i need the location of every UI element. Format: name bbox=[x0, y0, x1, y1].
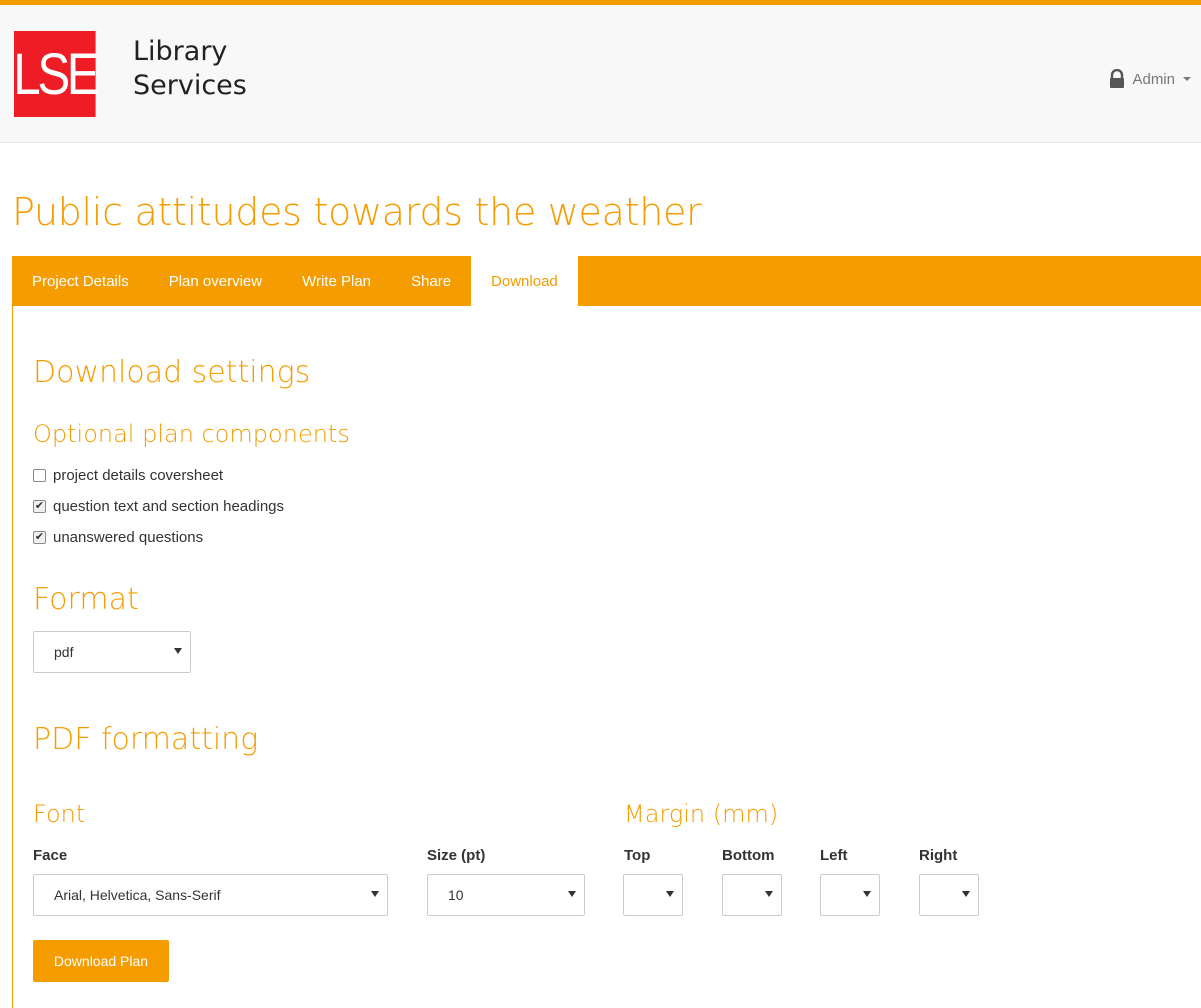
margin-bottom-select[interactable] bbox=[722, 874, 782, 916]
coversheet-checkbox[interactable] bbox=[33, 469, 46, 482]
font-size-select[interactable]: 10 bbox=[427, 874, 585, 916]
wordmark-line-1: Library bbox=[133, 36, 228, 67]
unanswered-label: unanswered questions bbox=[53, 529, 204, 546]
page-title: Public attitudes towards the weather bbox=[12, 190, 702, 234]
margin-heading: Margin (mm) bbox=[624, 800, 779, 828]
face-label: Face bbox=[33, 847, 68, 864]
dropdown-arrow-icon bbox=[962, 891, 970, 897]
margin-right-label: Right bbox=[919, 847, 958, 864]
library-services-wordmark[interactable]: Library Services bbox=[133, 35, 247, 103]
wordmark-line-2: Services bbox=[133, 70, 247, 101]
tab-share[interactable]: Share bbox=[391, 256, 471, 306]
format-select-value: pdf bbox=[54, 644, 74, 660]
tab-download[interactable]: Download bbox=[471, 256, 578, 306]
coversheet-label: project details coversheet bbox=[53, 467, 224, 484]
unanswered-checkbox[interactable]: ✔ bbox=[33, 531, 46, 544]
tab-write-plan[interactable]: Write Plan bbox=[282, 256, 391, 306]
option-question-text[interactable]: ✔ question text and section headings bbox=[33, 498, 284, 515]
margin-bottom-label: Bottom bbox=[722, 847, 775, 864]
option-coversheet[interactable]: project details coversheet bbox=[33, 467, 223, 484]
site-header: LSE Library Services Admin bbox=[0, 0, 1201, 143]
size-label: Size (pt) bbox=[427, 847, 486, 864]
pdf-formatting-heading: PDF formatting bbox=[33, 722, 259, 757]
lock-icon bbox=[1110, 69, 1125, 88]
format-heading: Format bbox=[33, 582, 139, 617]
optional-components-heading: Optional plan components bbox=[33, 420, 350, 448]
admin-menu-toggle[interactable]: Admin bbox=[1108, 69, 1191, 89]
tab-plan-overview[interactable]: Plan overview bbox=[149, 256, 282, 306]
download-plan-button[interactable]: Download Plan bbox=[33, 940, 169, 982]
download-settings-heading: Download settings bbox=[33, 355, 311, 390]
dropdown-arrow-icon bbox=[765, 891, 773, 897]
question-text-label: question text and section headings bbox=[53, 498, 284, 515]
margin-left-select[interactable] bbox=[820, 874, 880, 916]
dropdown-arrow-icon bbox=[666, 891, 674, 897]
question-text-checkbox[interactable]: ✔ bbox=[33, 500, 46, 513]
font-heading: Font bbox=[33, 800, 86, 828]
font-face-value: Arial, Helvetica, Sans-Serif bbox=[54, 887, 221, 903]
plan-tabs: Project Details Plan overview Write Plan… bbox=[12, 256, 1201, 306]
font-size-value: 10 bbox=[448, 887, 464, 903]
tab-project-details[interactable]: Project Details bbox=[12, 256, 149, 306]
lse-logo[interactable]: LSE bbox=[13, 31, 100, 117]
caret-down-icon bbox=[1183, 77, 1191, 81]
dropdown-arrow-icon bbox=[863, 891, 871, 897]
format-select[interactable]: pdf bbox=[33, 631, 191, 673]
dropdown-arrow-icon bbox=[174, 648, 182, 654]
logo-mark: LSE bbox=[13, 41, 99, 107]
option-unanswered[interactable]: ✔ unanswered questions bbox=[33, 529, 203, 546]
margin-right-select[interactable] bbox=[919, 874, 979, 916]
margin-top-select[interactable] bbox=[623, 874, 683, 916]
margin-top-label: Top bbox=[624, 847, 651, 864]
font-face-select[interactable]: Arial, Helvetica, Sans-Serif bbox=[33, 874, 388, 916]
dropdown-arrow-icon bbox=[371, 891, 379, 897]
margin-left-label: Left bbox=[820, 847, 848, 864]
dropdown-arrow-icon bbox=[568, 891, 576, 897]
admin-menu-label: Admin bbox=[1132, 70, 1175, 88]
